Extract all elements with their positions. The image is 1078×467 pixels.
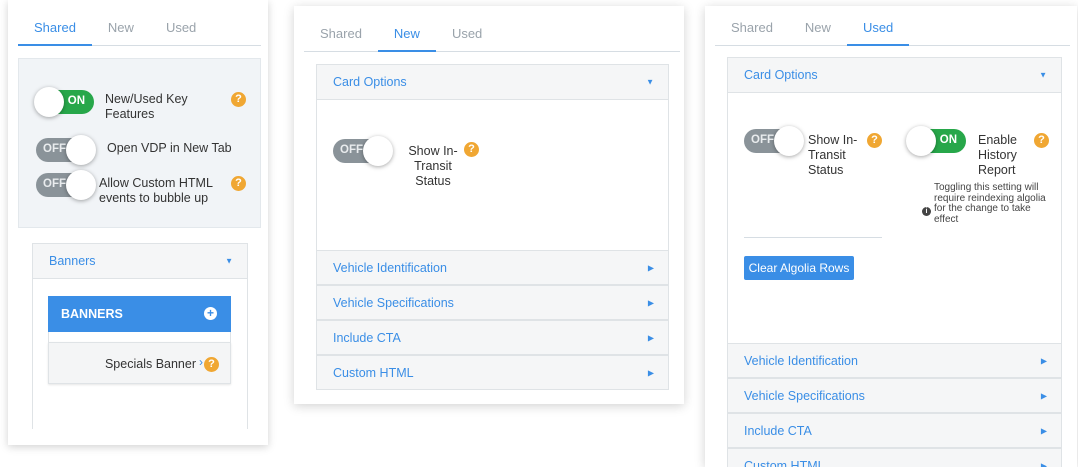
- tab-bar: Shared New Used: [715, 10, 1070, 46]
- vehicle-specifications-header[interactable]: Vehicle Specifications ▶: [316, 285, 669, 320]
- toggle-state: OFF: [751, 134, 774, 146]
- shared-settings-box: ON New/Used Key Features ? OFF Open VDP …: [18, 58, 261, 228]
- enable-history-report-toggle[interactable]: ON: [906, 126, 966, 156]
- tab-new[interactable]: New: [789, 10, 847, 45]
- tab-new[interactable]: New: [92, 10, 150, 45]
- section-title: Custom HTML: [744, 458, 825, 467]
- caret-down-icon: ▼: [225, 256, 233, 266]
- show-in-transit-label: Show In-Transit Status: [408, 144, 458, 188]
- caret-right-icon: ▶: [647, 368, 654, 377]
- card-options-title: Card Options: [744, 68, 818, 82]
- tab-shared[interactable]: Shared: [18, 10, 92, 46]
- info-icon: i: [922, 207, 931, 216]
- card-options-accordion-header[interactable]: Card Options ▼: [316, 64, 669, 100]
- help-icon[interactable]: ?: [231, 92, 246, 107]
- banner-list-item[interactable]: Specials Banner › ?: [48, 342, 231, 384]
- card-options-body: OFF Show In-Transit Status ?: [316, 100, 669, 250]
- key-features-label: New/Used Key Features: [105, 92, 188, 121]
- toggle-state: OFF: [43, 143, 66, 155]
- include-cta-header[interactable]: Include CTA ▶: [316, 320, 669, 355]
- section-title: Vehicle Specifications: [744, 388, 865, 403]
- section-title: Vehicle Identification: [333, 260, 447, 275]
- add-banner-icon[interactable]: +: [204, 307, 217, 320]
- tab-bar: Shared New Used: [304, 16, 680, 52]
- open-vdp-label: Open VDP in New Tab: [107, 141, 232, 155]
- tab-used[interactable]: Used: [150, 10, 212, 45]
- custom-html-events-label: Allow Custom HTML events to bubble up: [99, 176, 213, 205]
- show-in-transit-label: Show In-Transit Status: [808, 133, 858, 177]
- caret-right-icon: ▶: [647, 333, 654, 342]
- toggle-knob: [66, 135, 96, 165]
- caret-down-icon: ▼: [646, 77, 654, 87]
- new-panel: Shared New Used Card Options ▼ OFF Show …: [294, 6, 684, 404]
- toggle-state: OFF: [340, 144, 363, 156]
- tab-shared[interactable]: Shared: [715, 10, 789, 45]
- custom-html-header[interactable]: Custom HTML ▶: [316, 355, 669, 390]
- tab-used[interactable]: Used: [846, 10, 910, 46]
- custom-html-header[interactable]: Custom HTML ▶: [727, 448, 1062, 467]
- toggle-knob: [774, 126, 804, 156]
- key-features-toggle[interactable]: ON: [34, 87, 94, 117]
- include-cta-header[interactable]: Include CTA ▶: [727, 413, 1062, 448]
- card-options-body: OFF Show In-Transit Status ? ON Enable H…: [727, 93, 1062, 343]
- clear-algolia-rows-button[interactable]: Clear Algolia Rows: [744, 256, 854, 280]
- divider: [744, 237, 882, 238]
- banners-accordion-header[interactable]: Banners ▼: [32, 243, 248, 279]
- toggle-knob: [363, 136, 393, 166]
- chevron-right-icon[interactable]: ›: [199, 355, 203, 369]
- caret-right-icon: ▶: [1040, 426, 1047, 435]
- toggle-state: OFF: [43, 178, 66, 190]
- caret-down-icon: ▼: [1039, 70, 1047, 80]
- toggle-knob: [34, 87, 64, 117]
- tab-used[interactable]: Used: [436, 16, 498, 51]
- caret-right-icon: ▶: [1040, 391, 1047, 400]
- vehicle-identification-header[interactable]: Vehicle Identification ▶: [316, 250, 669, 285]
- banners-list-title: BANNERS: [61, 307, 123, 321]
- toggle-knob: [906, 126, 936, 156]
- help-icon[interactable]: ?: [867, 133, 882, 148]
- toggle-state: ON: [67, 95, 85, 107]
- toggle-state: ON: [939, 134, 957, 146]
- enable-history-report-label: Enable History Report: [978, 133, 1017, 177]
- caret-right-icon: ▶: [1040, 461, 1047, 467]
- card-options-accordion-header[interactable]: Card Options ▼: [727, 57, 1062, 93]
- tab-shared[interactable]: Shared: [304, 16, 378, 51]
- vehicle-specifications-header[interactable]: Vehicle Specifications ▶: [727, 378, 1062, 413]
- help-icon[interactable]: ?: [1034, 133, 1049, 148]
- shared-panel: Shared New Used ON New/Used Key Features…: [8, 0, 268, 445]
- show-in-transit-toggle[interactable]: OFF: [333, 136, 393, 166]
- section-title: Include CTA: [333, 330, 401, 345]
- section-title: Include CTA: [744, 423, 812, 438]
- help-icon[interactable]: ?: [231, 176, 246, 191]
- tab-new[interactable]: New: [377, 16, 436, 52]
- banners-list-header: BANNERS +: [48, 296, 231, 332]
- section-title: Custom HTML: [333, 365, 414, 380]
- used-panel: Shared New Used Card Options ▼ OFF Show …: [705, 6, 1077, 467]
- section-title: Vehicle Specifications: [333, 295, 454, 310]
- custom-html-events-toggle[interactable]: OFF: [36, 170, 96, 200]
- toggle-knob: [66, 170, 96, 200]
- caret-right-icon: ▶: [647, 298, 654, 307]
- card-options-title: Card Options: [333, 75, 407, 89]
- banner-item-label: Specials Banner: [104, 357, 196, 371]
- banners-accordion-title: Banners: [49, 254, 96, 268]
- caret-right-icon: ▶: [1040, 356, 1047, 365]
- reindex-note: Toggling this setting will require reind…: [934, 182, 1046, 225]
- vehicle-identification-header[interactable]: Vehicle Identification ▶: [727, 343, 1062, 378]
- tab-bar: Shared New Used: [18, 10, 261, 46]
- caret-right-icon: ▶: [647, 263, 654, 272]
- open-vdp-toggle[interactable]: OFF: [36, 135, 96, 165]
- show-in-transit-toggle[interactable]: OFF: [744, 126, 804, 156]
- help-icon[interactable]: ?: [464, 142, 479, 157]
- banners-list-spacer: [48, 332, 231, 342]
- section-title: Vehicle Identification: [744, 353, 858, 368]
- help-icon[interactable]: ?: [204, 357, 219, 372]
